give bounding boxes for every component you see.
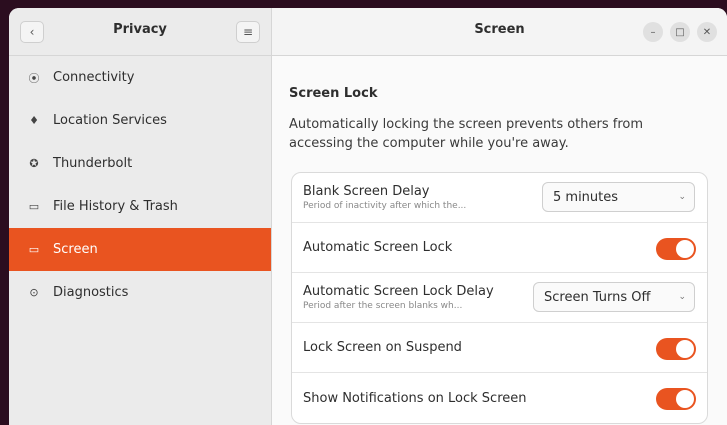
section-description: Automatically locking the screen prevent… [289,117,644,151]
sidebar-item-thunderbolt[interactable]: ✪ Thunderbolt [9,142,271,185]
sidebar-item-connectivity[interactable]: ⦿ Connectivity [9,56,271,99]
menu-button[interactable]: ≡ [236,21,260,43]
row-label: Lock Screen on Suspend [303,340,462,355]
row-lock-screen-on-suspend: Lock Screen on Suspend [292,323,707,373]
main-panel: Screen – □ ✕ Screen Lock Automatically l… [272,8,727,425]
dropdown-value: 5 minutes [553,189,619,205]
close-button[interactable]: ✕ [697,22,717,42]
back-button[interactable]: ‹ [20,21,44,43]
row-label: Blank Screen Delay [303,184,430,199]
sidebar-header: ‹ Privacy ≡ [9,8,271,56]
row-show-notifications-lock-screen: Show Notifications on Lock Screen [292,373,707,423]
sidebar-item-label: Diagnostics [53,285,129,300]
blank-screen-delay-dropdown[interactable]: 5 minutes ⌄ [542,182,695,212]
notifications-lock-screen-toggle[interactable] [656,388,696,410]
settings-list: Blank Screen Delay Period of inactivity … [291,172,708,424]
toggle-knob [676,390,694,408]
sidebar-title: Privacy [113,22,167,37]
sidebar-item-label: File History & Trash [53,199,178,214]
location-pin-icon: ♦ [29,114,39,127]
maximize-icon: □ [675,26,685,38]
minimize-button[interactable]: – [643,22,663,42]
screen-lock-delay-dropdown[interactable]: Screen Turns Off ⌄ [533,282,695,312]
row-label: Automatic Screen Lock Delay [303,284,494,299]
thunderbolt-icon: ✪ [29,157,39,170]
sidebar-item-screen[interactable]: ▭ Screen [9,228,271,271]
chevron-down-icon: ⌄ [678,192,686,202]
minimize-icon: – [650,26,656,38]
hamburger-icon: ≡ [242,25,254,39]
section-title: Screen Lock [289,86,378,101]
sidebar-item-label: Thunderbolt [53,156,133,171]
row-subtitle: Period after the screen blanks wh... [303,301,463,311]
row-subtitle: Period of inactivity after which the... [303,201,467,211]
dropdown-value: Screen Turns Off [544,289,651,305]
monitor-icon: ▭ [28,243,40,256]
diagnostics-icon: ⊙ [29,286,39,299]
toggle-knob [676,240,694,258]
sidebar-item-diagnostics[interactable]: ⊙ Diagnostics [9,271,271,314]
wifi-icon: ⦿ [28,71,40,85]
lock-on-suspend-toggle[interactable] [656,338,696,360]
sidebar: ‹ Privacy ≡ ⦿ Connectivity ♦ Location Se… [9,8,272,425]
row-label: Automatic Screen Lock [303,240,453,255]
chevron-left-icon: ‹ [29,25,35,39]
row-blank-screen-delay: Blank Screen Delay Period of inactivity … [292,173,707,223]
sidebar-item-label: Connectivity [53,70,135,85]
close-icon: ✕ [702,26,712,38]
sidebar-item-label: Screen [53,242,98,257]
chevron-down-icon: ⌄ [678,292,686,302]
maximize-button[interactable]: □ [670,22,690,42]
main-header: Screen – □ ✕ [272,8,727,56]
sidebar-nav: ⦿ Connectivity ♦ Location Services ✪ Thu… [9,56,271,314]
settings-window: ‹ Privacy ≡ ⦿ Connectivity ♦ Location Se… [9,8,727,425]
row-automatic-screen-lock-delay: Automatic Screen Lock Delay Period after… [292,273,707,323]
toggle-knob [676,340,694,358]
folder-icon: ▭ [28,200,40,213]
sidebar-item-file-history-trash[interactable]: ▭ File History & Trash [9,185,271,228]
automatic-screen-lock-toggle[interactable] [656,238,696,260]
sidebar-item-label: Location Services [53,113,167,128]
sidebar-item-location-services[interactable]: ♦ Location Services [9,99,271,142]
row-automatic-screen-lock: Automatic Screen Lock [292,223,707,273]
row-label: Show Notifications on Lock Screen [303,390,527,406]
